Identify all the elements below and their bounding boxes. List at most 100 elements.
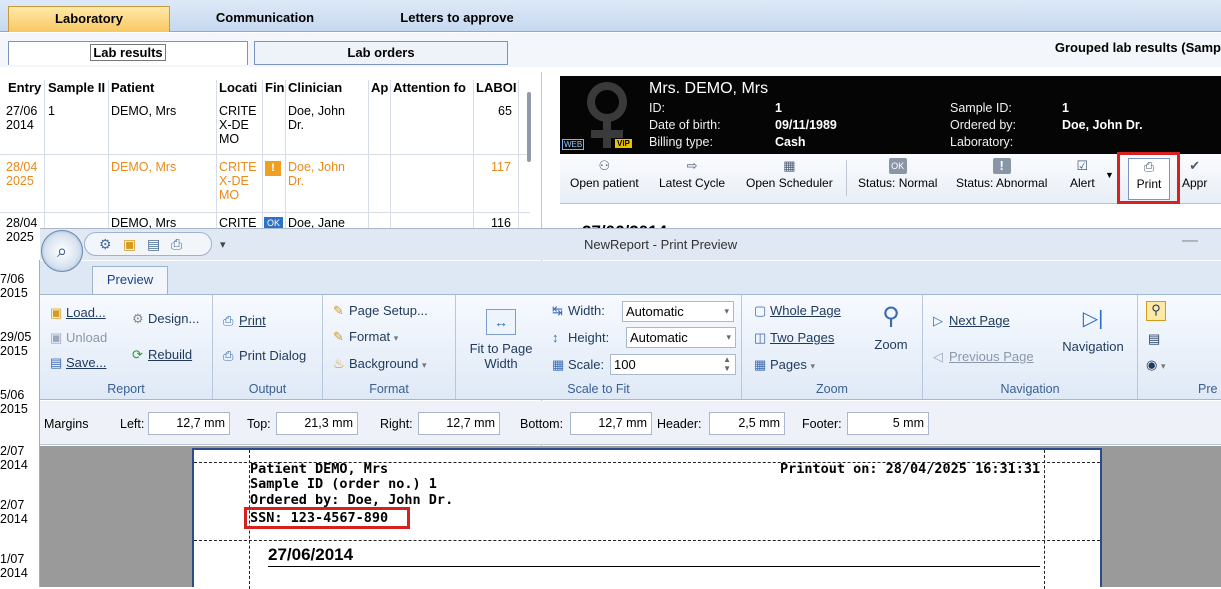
status-normal-button[interactable]: OK Status: Normal [858,158,937,190]
col-header-entry[interactable]: Entry [8,80,41,95]
cell-location: CRITE X-DE MO [219,160,257,202]
list-item[interactable]: 29/05 2015 [0,330,31,358]
cell-sample: 1 [48,104,55,118]
width-value: Automatic [626,304,684,319]
save-icon[interactable]: ▤ [147,236,160,252]
print-quick-icon[interactable]: ⎙ [171,236,182,252]
status-abnormal-button[interactable]: ! Status: Abnormal [956,158,1047,190]
scheduler-icon: ▦ [783,158,796,173]
format-group-label: Format [369,382,409,396]
open-scheduler-button[interactable]: ▦ Open Scheduler [746,158,833,190]
scale-stepper[interactable]: 100 ▲ ▼ [610,354,736,375]
grid-scrollbar[interactable] [527,92,531,162]
save-label: Save... [66,355,107,370]
save-button[interactable]: ▤ Save... [50,355,106,371]
page-icon[interactable]: ▤ [1148,331,1160,347]
list-item[interactable]: 7/06 2015 [0,272,28,300]
width-select[interactable]: Automatic ▾ [622,301,734,322]
col-header-clinician[interactable]: Clinician [288,80,342,95]
alert-dropdown-icon[interactable]: ▼ [1105,170,1114,180]
tab-laboratory[interactable]: Laboratory [8,6,170,32]
list-item[interactable]: 2/07 2014 [0,498,28,526]
pages-button[interactable]: ▦ Pages ▾ [754,357,815,373]
ribbon: ▣ Load... ▣ Unload ▤ Save... ⚙ Design... ⟳ Re… [40,294,1221,400]
col-header-fin[interactable]: Fin [265,80,285,95]
approve-label: Appr [1182,176,1208,190]
header-margin-input[interactable]: 2,5 mm [709,412,785,435]
output-group-label: Output [248,382,287,396]
unload-icon: ▣ [50,330,63,345]
pages-label: Pages [770,357,807,372]
list-item[interactable]: 2/07 2014 [0,444,28,472]
minimize-icon[interactable]: — [1182,232,1198,250]
background-button[interactable]: ♨ Background ▾ [333,356,427,372]
two-pages-icon: ◫ [754,330,767,345]
tab-communication[interactable]: Communication [190,6,340,32]
sample-id-value: 1 [1062,101,1069,115]
two-pages-button[interactable]: ◫ Two Pages [754,330,834,346]
settings-icon[interactable]: ⚙ [99,236,112,252]
navigation-button[interactable]: ▷| Navigation [1055,307,1131,354]
left-margin-input[interactable]: 12,7 mm [148,412,230,435]
print-dialog-button[interactable]: ⎙ Print Dialog [223,348,306,364]
col-header-patient[interactable]: Patient [111,80,154,95]
right-margin-input[interactable]: 12,7 mm [418,412,500,435]
top-margin-label: Top: [247,417,271,431]
top-margin-input[interactable]: 21,3 mm [276,412,358,435]
next-page-label: Next Page [949,313,1010,328]
tab-lab-orders[interactable]: Lab orders [254,41,508,65]
load-icon[interactable]: ▣ [123,236,136,252]
list-item[interactable]: 5/06 2015 [0,388,28,416]
width-label: ↹ Width: [552,303,605,319]
list-item[interactable]: 1/07 2014 [0,552,28,580]
load-button[interactable]: ▣ Load... [50,305,106,321]
report-sample-line: Sample ID (order no.) 1 [250,476,437,492]
col-header-attention[interactable]: Attention fo [393,80,466,95]
col-header-sample[interactable]: Sample II [48,80,105,95]
height-select[interactable]: Automatic ▾ [626,327,736,348]
fit-to-page-width-button[interactable]: ↔ Fit to Page Width [466,309,536,371]
cell-clinician: Doe, John Dr. [288,160,345,188]
tab-letters-to-approve[interactable]: Letters to approve [372,6,542,32]
previous-page-button[interactable]: ◁ Previous Page [933,349,1034,365]
billing-label: Billing type: [649,135,713,149]
page-setup-icon: ✎ [333,303,344,318]
bottom-margin-input[interactable]: 12,7 mm [570,412,652,435]
next-page-button[interactable]: ▷ Next Page [933,313,1010,329]
scale-label: ▦ Scale: [552,357,604,373]
tab-preview[interactable]: Preview [92,266,168,295]
page-setup-button[interactable]: ✎ Page Setup... [333,303,428,319]
unload-button[interactable]: ▣ Unload [50,330,107,346]
col-header-location[interactable]: Locati [219,80,257,95]
format-button[interactable]: ✎ Format ▾ [333,329,398,345]
tab-lab-results[interactable]: Lab results [8,41,248,65]
qat-dropdown-icon[interactable]: ▾ [220,238,226,251]
col-header-ap[interactable]: Ap [371,80,388,95]
unload-label: Unload [66,330,108,345]
magnifier-icon: ⚲ [882,303,900,330]
footer-margin-input[interactable]: 5 mm [847,412,929,435]
height-label: ↕ Height: [552,330,609,345]
highlight-tool-icon[interactable]: ⚲ [1146,301,1166,321]
two-pages-label: Two Pages [770,330,835,345]
design-button[interactable]: ⚙ Design... [132,311,199,327]
print-output-button[interactable]: ⎙ Print [223,313,266,329]
eye-icon[interactable]: ◉ ▾ [1146,357,1166,373]
cell-labo: 65 [498,104,512,118]
open-patient-button[interactable]: ⚇ Open patient [570,158,639,190]
cell-patient: DEMO, Mrs [111,160,177,174]
zoom-button[interactable]: ⚲ Zoom [866,303,916,353]
height-icon: ↕ [552,330,559,345]
rebuild-button[interactable]: ⟳ Rebuild [132,347,192,363]
latest-cycle-button[interactable]: ⇨ Latest Cycle [659,158,725,190]
scale-label-text: Scale: [568,357,605,372]
height-label-text: Height: [568,330,610,345]
col-header-labo[interactable]: LABOI [476,80,516,95]
scale-group-label: Scale to Fit [567,382,630,396]
whole-page-button[interactable]: ▢ Whole Page [754,303,841,319]
approve-button[interactable]: ✔ Appr [1182,158,1207,190]
app-menu-orb-icon[interactable]: ⌕ [41,230,83,272]
patient-name: Mrs. DEMO, Mrs [649,80,769,97]
alert-button[interactable]: ☑ Alert [1070,158,1095,190]
cell-entry: 28/04 2025 [6,216,38,244]
